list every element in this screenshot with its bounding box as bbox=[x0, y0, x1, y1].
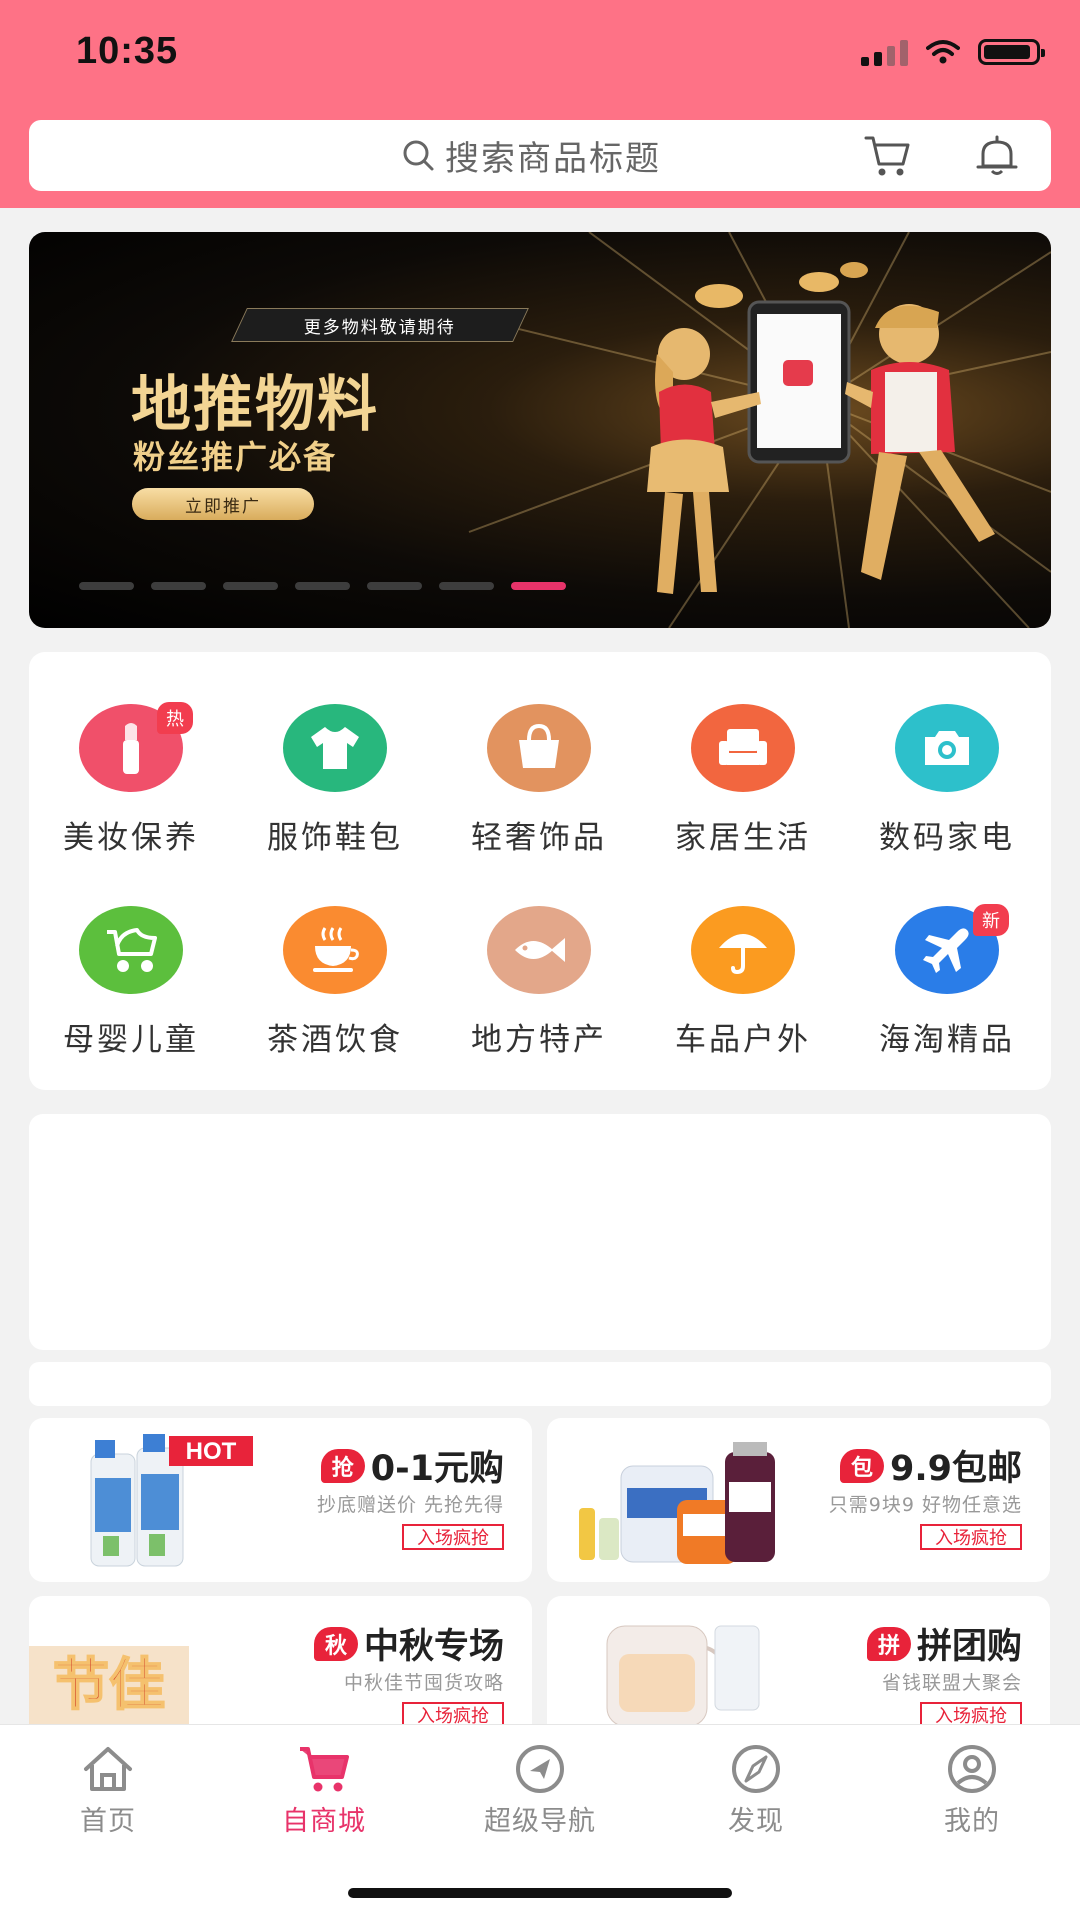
enter-button[interactable]: 入场疯抢 bbox=[920, 1524, 1022, 1550]
new-badge: 新 bbox=[973, 904, 1009, 936]
promo-title: 包 9.9包邮 bbox=[839, 1440, 1022, 1491]
promo-badge: 秋 bbox=[313, 1626, 358, 1661]
hot-badge: 热 bbox=[157, 702, 193, 734]
search-field[interactable]: 搜索商品标题 bbox=[401, 120, 661, 191]
carousel-dot[interactable] bbox=[439, 582, 494, 590]
promo-subtitle: 中秋佳节囤货攻略 bbox=[343, 1672, 504, 1694]
promo-title: 抢 0-1元购 bbox=[320, 1440, 504, 1491]
category-label: 数码家电 bbox=[879, 820, 1015, 856]
category-item-outdoor[interactable]: 车品户外 bbox=[641, 906, 845, 1086]
cart-icon[interactable] bbox=[863, 132, 913, 180]
tab-discover[interactable]: 发现 bbox=[648, 1743, 864, 1838]
bell-icon[interactable] bbox=[973, 132, 1021, 180]
promo-title: 拼 拼团购 bbox=[866, 1618, 1022, 1669]
banner-subtitle: 粉丝推广必备 bbox=[133, 438, 338, 476]
umbrella-icon bbox=[691, 906, 795, 994]
detergent-bottles-image: HOT bbox=[90, 1434, 253, 1567]
stroller-icon bbox=[79, 906, 183, 994]
category-item-home[interactable]: 家居生活 bbox=[641, 704, 845, 884]
home-indicator bbox=[348, 1888, 732, 1898]
promo-banner[interactable]: 更多物料敬请期待 地推物料 粉丝推广必备 立即推广 bbox=[29, 232, 1051, 628]
banner-title: 地推物料 bbox=[131, 370, 379, 440]
category-label: 美妆保养 bbox=[63, 820, 199, 856]
enter-button[interactable]: 入场疯抢 bbox=[402, 1524, 504, 1550]
promo-free-shipping[interactable]: 包 9.9包邮 只需9块9 好物任意选 入场疯抢 bbox=[547, 1418, 1050, 1582]
svg-text:HOT: HOT bbox=[186, 1438, 237, 1465]
category-item-overseas[interactable]: 新 海淘精品 bbox=[845, 904, 1049, 1086]
tab-super-nav[interactable]: 超级导航 bbox=[432, 1743, 648, 1838]
banner-illustration bbox=[647, 262, 995, 594]
category-item-food[interactable]: 茶酒饮食 bbox=[233, 906, 437, 1086]
wifi-icon bbox=[926, 40, 960, 64]
handbag-icon bbox=[487, 704, 591, 792]
category-label: 服饰鞋包 bbox=[267, 820, 403, 856]
carousel-dot[interactable] bbox=[79, 582, 134, 590]
category-grid: 热 美妆保养 服饰鞋包 轻奢饰品 家居生活 数码家电 母婴儿童 茶酒饮食 地方特… bbox=[29, 652, 1051, 1090]
supplements-image bbox=[579, 1442, 775, 1564]
tab-home[interactable]: 首页 bbox=[0, 1743, 216, 1838]
category-label: 母婴儿童 bbox=[63, 1022, 199, 1058]
category-item-apparel[interactable]: 服饰鞋包 bbox=[233, 704, 437, 884]
tab-mine[interactable]: 我的 bbox=[864, 1743, 1080, 1838]
promo-subtitle: 抄底赠送价 先抢先得 bbox=[316, 1494, 504, 1516]
navigation-icon bbox=[516, 1745, 564, 1793]
tab-mall[interactable]: 自商城 bbox=[216, 1743, 432, 1838]
battery-icon bbox=[978, 39, 1045, 65]
user-icon bbox=[948, 1745, 996, 1793]
category-label: 地方特产 bbox=[471, 1022, 607, 1058]
search-placeholder: 搜索商品标题 bbox=[445, 139, 661, 179]
promo-subtitle: 省钱联盟大聚会 bbox=[881, 1672, 1022, 1694]
carousel-dot-active[interactable] bbox=[511, 582, 566, 590]
search-icon bbox=[403, 140, 434, 170]
carousel-indicators bbox=[79, 582, 566, 590]
category-label: 家居生活 bbox=[675, 820, 811, 856]
carousel-dot[interactable] bbox=[223, 582, 278, 590]
home-icon bbox=[84, 1747, 132, 1791]
carousel-dot[interactable] bbox=[151, 582, 206, 590]
category-item-accessories[interactable]: 轻奢饰品 bbox=[437, 704, 641, 884]
content-strip bbox=[29, 1362, 1051, 1406]
carousel-dot[interactable] bbox=[367, 582, 422, 590]
header: 10:35 搜索商品标题 bbox=[0, 0, 1080, 208]
promote-now-button[interactable]: 立即推广 bbox=[132, 488, 314, 520]
category-item-beauty[interactable]: 热 美妆保养 bbox=[29, 702, 233, 884]
category-label: 海淘精品 bbox=[879, 1022, 1015, 1058]
promo-badge: 包 bbox=[839, 1448, 884, 1483]
promo-zero-to-one[interactable]: HOT 抢 0-1元购 抄底赠送价 先抢先得 入场疯抢 bbox=[29, 1418, 532, 1582]
sofa-icon bbox=[691, 704, 795, 792]
carousel-dot[interactable] bbox=[295, 582, 350, 590]
category-label: 茶酒饮食 bbox=[267, 1022, 403, 1058]
svg-text:节佳: 节佳 bbox=[53, 1653, 165, 1718]
promo-badge: 抢 bbox=[320, 1448, 365, 1483]
category-label: 轻奢饰品 bbox=[471, 820, 607, 856]
content-placeholder bbox=[29, 1114, 1051, 1350]
promo-title: 秋 中秋专场 bbox=[313, 1618, 504, 1669]
camera-icon bbox=[895, 704, 999, 792]
category-item-baby[interactable]: 母婴儿童 bbox=[29, 906, 233, 1086]
status-icons bbox=[861, 38, 1045, 66]
category-item-digital[interactable]: 数码家电 bbox=[845, 704, 1049, 884]
status-time: 10:35 bbox=[76, 30, 179, 72]
signal-icon bbox=[861, 38, 908, 66]
fish-icon bbox=[487, 906, 591, 994]
promo-subtitle: 只需9块9 好物任意选 bbox=[828, 1494, 1022, 1516]
search-bar[interactable]: 搜索商品标题 bbox=[29, 120, 1051, 191]
promo-badge: 拼 bbox=[866, 1626, 911, 1661]
category-label: 车品户外 bbox=[675, 1022, 811, 1058]
banner-tag: 更多物料敬请期待 bbox=[231, 308, 529, 342]
compass-icon bbox=[732, 1745, 780, 1793]
shirt-icon bbox=[283, 704, 387, 792]
teacup-icon bbox=[283, 906, 387, 994]
category-item-local-specialty[interactable]: 地方特产 bbox=[437, 906, 641, 1086]
shopping-cart-icon bbox=[300, 1747, 349, 1792]
